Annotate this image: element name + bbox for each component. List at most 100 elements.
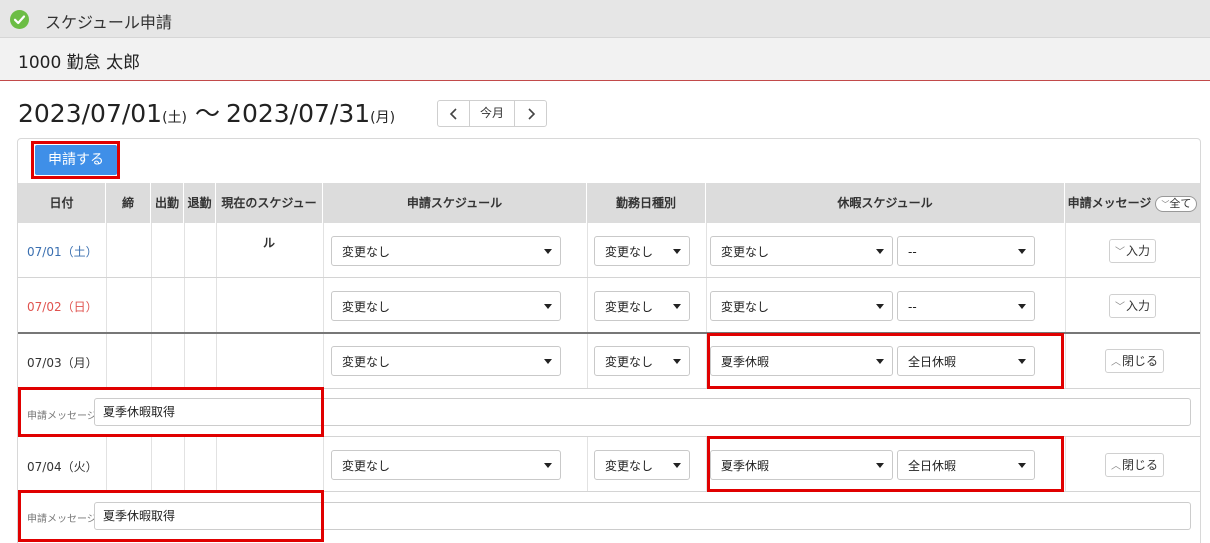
col-in: 出勤 <box>151 183 184 223</box>
row-date: 07/04（火） <box>27 460 98 474</box>
message-label: 申請メッセージ: <box>27 514 101 525</box>
table-row: 07/04（火） 変更なし 変更なし 夏季休暇 全日休暇 ︿閉じる <box>18 437 1200 492</box>
leave-type-select[interactable]: 変更なし <box>710 291 893 321</box>
schedule-select-value: 変更なし <box>342 459 391 473</box>
col-date: 日付 <box>18 183 106 223</box>
leave-unit-select[interactable]: -- <box>897 291 1035 321</box>
schedule-select-value: 変更なし <box>342 355 391 369</box>
message-input-button-label: 入力 <box>1126 244 1151 258</box>
col-close: 締 <box>106 183 151 223</box>
caret-down-icon <box>673 304 681 309</box>
caret-down-icon <box>544 249 552 254</box>
check-icon <box>10 10 29 29</box>
col-request: 申請スケジュール <box>323 183 587 223</box>
col-message: 申請メッセージ ﹀全て <box>1065 183 1200 223</box>
user-bar: 1000 勤怠 太郎 <box>0 38 1210 81</box>
message-row: 申請メッセージ: 夏季休暇取得 <box>18 492 1200 543</box>
leave-unit-select-value: 全日休暇 <box>908 459 957 473</box>
table-row: 07/03（月） 変更なし 変更なし 夏季休暇 全日休暇 ︿閉じる <box>18 334 1200 389</box>
period-start-date: 2023/07/01 <box>18 99 163 128</box>
row-date: 07/02（日） <box>27 300 98 314</box>
leave-type-select[interactable]: 変更なし <box>710 236 893 266</box>
col-message-label: 申請メッセージ <box>1067 196 1152 210</box>
daytype-select[interactable]: 変更なし <box>594 346 690 376</box>
message-label: 申請メッセージ: <box>27 411 101 422</box>
table-header: 日付 締 出勤 退勤 現在のスケジュール 申請スケジュール 勤務日種別 休暇スケ… <box>18 183 1200 250</box>
submit-request-button[interactable]: 申請する <box>35 145 117 175</box>
schedule-select-value: 変更なし <box>342 245 391 259</box>
caret-down-icon <box>876 463 884 468</box>
daytype-select-value: 変更なし <box>605 245 654 259</box>
leave-type-select-value: 夏季休暇 <box>721 459 770 473</box>
schedule-select[interactable]: 変更なし <box>331 450 561 480</box>
daytype-select[interactable]: 変更なし <box>594 450 690 480</box>
row-date: 07/01（土） <box>27 245 98 259</box>
chevron-up-icon: ︿ <box>1111 461 1121 472</box>
daytype-select-value: 変更なし <box>605 459 654 473</box>
col-out: 退勤 <box>184 183 216 223</box>
leave-unit-select[interactable]: 全日休暇 <box>897 346 1035 376</box>
caret-down-icon <box>544 463 552 468</box>
expand-all-label: 全て <box>1169 196 1192 210</box>
caret-down-icon <box>1018 359 1026 364</box>
leave-type-select[interactable]: 夏季休暇 <box>710 450 893 480</box>
caret-down-icon <box>673 359 681 364</box>
leave-unit-select-value: 全日休暇 <box>908 355 957 369</box>
caret-down-icon <box>876 304 884 309</box>
period-range: 2023/07/01(土) ～ 2023/07/31(月) <box>18 94 395 130</box>
page-title: スケジュール申請 <box>45 13 172 32</box>
col-leave: 休暇スケジュール <box>706 183 1065 223</box>
message-row: 申請メッセージ: 夏季休暇取得 <box>18 389 1200 437</box>
col-daytype: 勤務日種別 <box>587 183 706 223</box>
period-start-dow: (土) <box>162 110 188 126</box>
period-end-dow: (月) <box>370 110 396 126</box>
period-separator: ～ <box>195 99 221 128</box>
message-input-button[interactable]: ﹀入力 <box>1109 294 1157 318</box>
schedule-select[interactable]: 変更なし <box>331 236 561 266</box>
leave-type-select-value: 変更なし <box>721 300 770 314</box>
next-month-button[interactable] <box>514 101 546 126</box>
caret-down-icon <box>876 249 884 254</box>
message-input[interactable]: 夏季休暇取得 <box>94 398 1191 426</box>
message-close-button-label: 閉じる <box>1122 354 1159 368</box>
employee-name: 1000 勤怠 太郎 <box>18 53 141 73</box>
leave-unit-select-value: -- <box>908 245 917 259</box>
daytype-select-value: 変更なし <box>605 355 654 369</box>
row-date: 07/03（月） <box>27 356 98 370</box>
message-input[interactable]: 夏季休暇取得 <box>94 502 1191 530</box>
schedule-select[interactable]: 変更なし <box>331 346 561 376</box>
caret-down-icon <box>876 359 884 364</box>
chevron-up-icon: ︿ <box>1111 357 1121 368</box>
schedule-select[interactable]: 変更なし <box>331 291 561 321</box>
month-navigator: 今月 <box>437 100 547 127</box>
leave-unit-select[interactable]: 全日休暇 <box>897 450 1035 480</box>
message-close-button[interactable]: ︿閉じる <box>1105 349 1165 373</box>
leave-type-select-value: 変更なし <box>721 245 770 259</box>
daytype-select[interactable]: 変更なし <box>594 291 690 321</box>
period-end-date: 2023/07/31 <box>226 99 371 128</box>
chevron-left-icon <box>449 108 457 120</box>
message-input-button[interactable]: ﹀入力 <box>1109 239 1157 263</box>
caret-down-icon <box>544 304 552 309</box>
caret-down-icon <box>1018 463 1026 468</box>
col-current: 現在のスケジュール <box>216 183 323 250</box>
message-close-button[interactable]: ︿閉じる <box>1105 453 1165 477</box>
daytype-select[interactable]: 変更なし <box>594 236 690 266</box>
leave-type-select-value: 夏季休暇 <box>721 355 770 369</box>
table-row: 07/01（土） 変更なし 変更なし 変更なし -- ﹀入力 <box>18 223 1200 278</box>
prev-month-button[interactable] <box>438 101 470 126</box>
leave-type-select[interactable]: 夏季休暇 <box>710 346 893 376</box>
expand-all-toggle[interactable]: ﹀全て <box>1155 195 1198 212</box>
leave-unit-select[interactable]: -- <box>897 236 1035 266</box>
leave-unit-select-value: -- <box>908 300 917 314</box>
schedule-select-value: 変更なし <box>342 300 391 314</box>
title-bar: スケジュール申請 <box>0 0 1210 38</box>
table-row: 07/02（日） 変更なし 変更なし 変更なし -- ﹀入力 <box>18 278 1200 334</box>
caret-down-icon <box>1018 249 1026 254</box>
chevron-down-icon: ﹀ <box>1115 302 1125 313</box>
current-month-button[interactable]: 今月 <box>470 101 514 126</box>
daytype-select-value: 変更なし <box>605 300 654 314</box>
message-input-button-label: 入力 <box>1126 299 1151 313</box>
caret-down-icon <box>673 249 681 254</box>
chevron-right-icon <box>527 108 535 120</box>
